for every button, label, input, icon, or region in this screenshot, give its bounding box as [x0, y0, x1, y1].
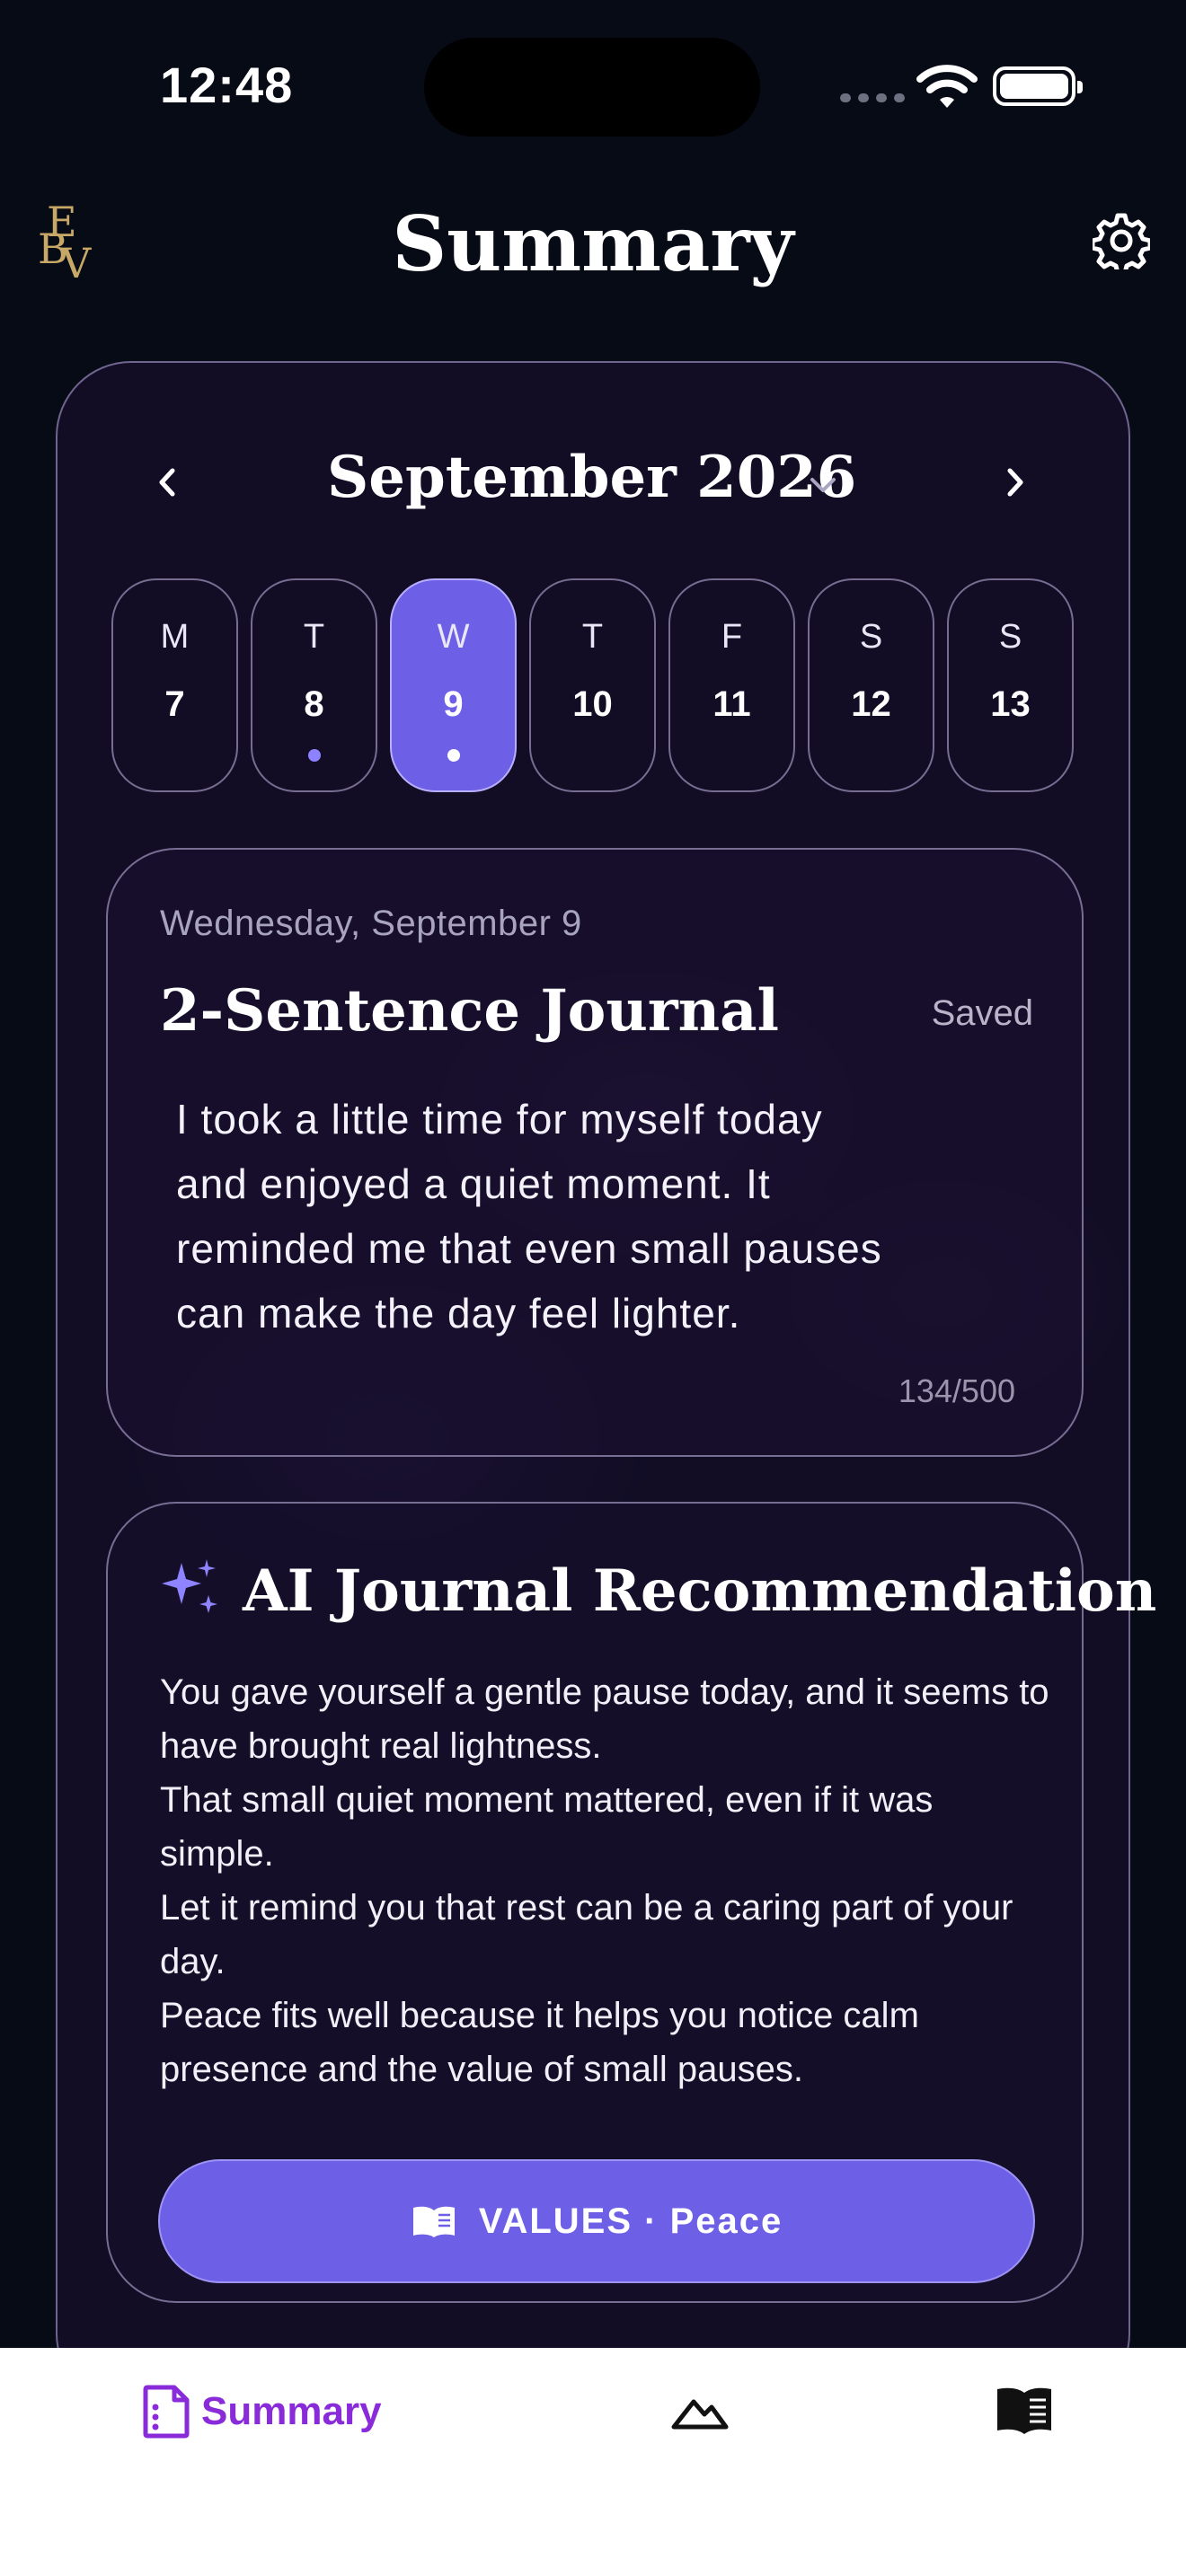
- day-letter: T: [303, 618, 325, 656]
- journal-entry-text[interactable]: I took a little time for myself today an…: [176, 1087, 985, 1345]
- ai-paragraph: Peace fits well because it helps you not…: [160, 1996, 919, 2089]
- values-button-label: VALUES · Peace: [478, 2201, 783, 2241]
- journal-card: Wednesday, September 9 2-Sentence Journa…: [106, 848, 1084, 1457]
- ai-paragraph: You gave yourself a gentle pause today, …: [160, 1672, 1049, 1766]
- entry-indicator-dot: [447, 749, 460, 762]
- save-status: Saved: [931, 993, 1033, 1033]
- open-book-icon[interactable]: [994, 2384, 1055, 2438]
- journal-line: reminded me that even small pauses: [176, 1225, 882, 1272]
- ai-recommendation-card: AI Journal Recommendation You gave yours…: [106, 1502, 1156, 2303]
- gear-icon[interactable]: [1093, 212, 1150, 269]
- battery-icon: [993, 66, 1083, 106]
- sparkle-icon: [162, 1559, 217, 1613]
- day-cell[interactable]: T 10: [529, 578, 656, 792]
- day-cell[interactable]: F 11: [668, 578, 795, 792]
- day-letter: M: [160, 618, 190, 656]
- journal-line: can make the day feel lighter.: [176, 1290, 741, 1337]
- day-letter: S: [859, 618, 883, 656]
- journal-line: and enjoyed a quiet moment. It: [176, 1160, 771, 1207]
- entry-indicator-dot: [308, 749, 321, 762]
- tab-bar: Summary: [0, 2348, 1186, 2576]
- tab-summary-label: Summary: [201, 2389, 382, 2433]
- wifi-icon: [916, 65, 978, 108]
- day-number: 10: [572, 684, 613, 724]
- journal-line: I took a little time for myself today: [176, 1096, 823, 1142]
- journal-date: Wednesday, September 9: [160, 904, 582, 943]
- document-icon: [143, 2385, 190, 2439]
- day-letter: T: [581, 618, 604, 656]
- summary-card: September 2026 M 7 T 8 W 9 T 10 F 11 S 1…: [56, 361, 1156, 2409]
- day-cell[interactable]: S 12: [808, 578, 934, 792]
- week-strip: M 7 T 8 W 9 T 10 F 11 S 12 S 13: [111, 578, 1074, 792]
- day-cell[interactable]: M 7: [111, 578, 238, 792]
- character-count: 134/500: [898, 1372, 1015, 1409]
- journal-title: 2-Sentence Journal: [160, 977, 779, 1045]
- day-number: 7: [164, 684, 185, 724]
- ai-paragraph: Let it remind you that rest can be a car…: [160, 1888, 1013, 1981]
- day-number: 13: [990, 684, 1031, 724]
- dynamic-island: [424, 38, 760, 137]
- cellular-signal-icon: [840, 93, 905, 102]
- status-time: 12:48: [160, 57, 294, 113]
- day-number: 9: [443, 684, 464, 724]
- day-letter: W: [437, 618, 470, 656]
- day-cell[interactable]: S 13: [947, 578, 1074, 792]
- page-title: Summary: [392, 199, 794, 288]
- values-peace-button[interactable]: VALUES · Peace: [158, 2159, 1035, 2283]
- day-number: 8: [304, 684, 324, 724]
- ai-title: AI Journal Recommendation: [243, 1557, 1157, 1625]
- day-cell[interactable]: T 8: [251, 578, 377, 792]
- day-number: 11: [712, 684, 751, 724]
- status-bar: 12:48: [0, 0, 1186, 171]
- previous-month-button[interactable]: [147, 462, 189, 503]
- month-selector: September 2026: [58, 444, 1128, 525]
- day-number: 12: [851, 684, 891, 724]
- day-cell[interactable]: W 9: [390, 578, 517, 792]
- mountain-icon[interactable]: [670, 2393, 730, 2432]
- month-label[interactable]: September 2026: [327, 444, 856, 511]
- tab-summary[interactable]: Summary: [140, 2384, 382, 2439]
- ai-recommendation-text: You gave yourself a gentle pause today, …: [160, 1665, 1049, 2096]
- day-letter: S: [998, 618, 1022, 656]
- next-month-button[interactable]: [994, 462, 1035, 503]
- book-icon: [412, 2206, 455, 2237]
- ai-paragraph: That small quiet moment mattered, even i…: [160, 1780, 934, 1874]
- chevron-down-icon[interactable]: [803, 465, 843, 505]
- day-letter: F: [721, 618, 743, 656]
